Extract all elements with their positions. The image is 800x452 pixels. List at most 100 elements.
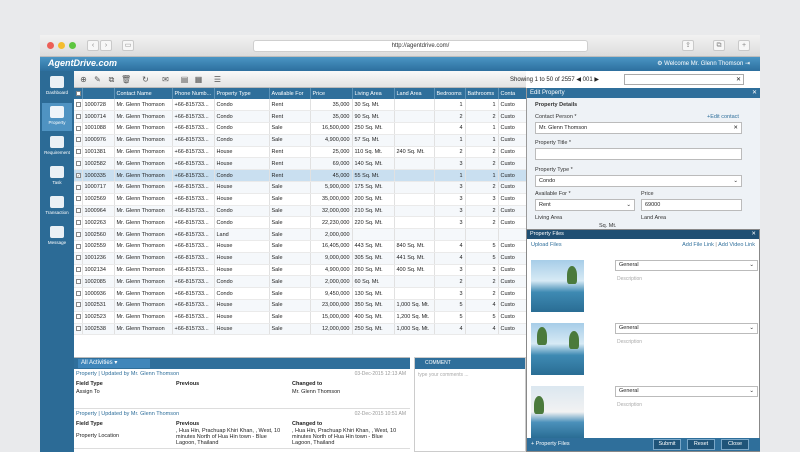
list-view-icon[interactable]: ☰: [213, 75, 222, 84]
row-checkbox[interactable]: [74, 228, 83, 242]
table-row[interactable]: 1001088 Mr. Glenn Thomson +66-815733... Con…: [74, 122, 527, 135]
row-checkbox[interactable]: [74, 264, 83, 277]
table-row[interactable]: 1002569 Mr. Glenn Thomson +66-815733... Hou…: [74, 193, 527, 206]
email-icon[interactable]: ✉: [161, 75, 170, 84]
file-description-input[interactable]: Description: [617, 276, 642, 282]
row-checkbox[interactable]: [74, 323, 83, 336]
search-input[interactable]: ✕: [624, 74, 744, 85]
row-checkbox[interactable]: [74, 240, 83, 253]
file-type-select[interactable]: General ⌄: [615, 386, 758, 397]
refresh-icon[interactable]: ↻: [141, 75, 150, 84]
delete-icon[interactable]: 🗑: [121, 75, 131, 84]
column-header[interactable]: Contact Name: [114, 88, 173, 99]
close-button[interactable]: Close: [721, 439, 749, 450]
activity-entry-head[interactable]: Property | Updated by Mr. Glenn Thomson: [76, 371, 179, 377]
contact-person-field[interactable]: Mr. Glenn Thomson ✕: [535, 122, 742, 134]
row-checkbox[interactable]: [74, 216, 83, 230]
table-row[interactable]: 1000976 Mr. Glenn Thomson +66-815733... Con…: [74, 134, 527, 147]
welcome-text[interactable]: ⚙ Welcome Mr. Glenn Thomson ⇥: [657, 60, 750, 67]
table-row[interactable]: 1002085 Mr. Glenn Thomson +66-815733... Con…: [74, 275, 527, 289]
row-checkbox[interactable]: [74, 275, 83, 289]
column-header[interactable]: [82, 88, 115, 99]
row-checkbox[interactable]: [74, 252, 83, 265]
file-type-select[interactable]: General ⌄: [615, 323, 758, 334]
add-video-link[interactable]: Add Video Link: [718, 242, 755, 248]
minimize-window-icon[interactable]: [58, 42, 65, 49]
row-checkbox[interactable]: [74, 193, 83, 206]
table-row[interactable]: ✓ 1000335 Mr. Glenn Thomson +66-815733... Co…: [74, 169, 527, 183]
file-description-input[interactable]: Description: [617, 339, 642, 345]
sidebar-toggle-icon[interactable]: ▭: [122, 40, 134, 51]
close-window-icon[interactable]: [47, 42, 54, 49]
copy-icon[interactable]: ⧉: [107, 75, 116, 84]
row-checkbox[interactable]: [74, 134, 83, 147]
column-header[interactable]: Conta: [498, 88, 527, 99]
column-header[interactable]: Living Area: [352, 88, 395, 99]
next-page-icon[interactable]: ▶: [594, 77, 599, 83]
zoom-window-icon[interactable]: [69, 42, 76, 49]
close-icon[interactable]: ✕: [752, 88, 757, 98]
row-checkbox[interactable]: [74, 122, 83, 135]
table-row[interactable]: 1002263 Mr. Glenn Thomson +66-815733... Con…: [74, 216, 527, 230]
submit-button[interactable]: Submit: [653, 439, 681, 450]
table-row[interactable]: 1000936 Mr. Glenn Thomson +66-815733... Con…: [74, 287, 527, 301]
column-header[interactable]: Price: [310, 88, 353, 99]
back-icon[interactable]: ‹: [87, 40, 99, 51]
available-for-select[interactable]: Rent ⌄: [535, 199, 635, 211]
new-tab-icon[interactable]: +: [738, 40, 750, 51]
share-icon[interactable]: ⇪: [682, 40, 694, 51]
table-row[interactable]: 1000728 Mr. Glenn Thomson +66-815733... Con…: [74, 99, 527, 112]
column-header[interactable]: Phone Numb...: [172, 88, 215, 99]
edit-icon[interactable]: ✎: [93, 75, 102, 84]
excel-icon[interactable]: ▦: [194, 75, 203, 84]
add-file-link[interactable]: Add File Link: [682, 242, 714, 248]
table-row[interactable]: 1001236 Mr. Glenn Thomson +66-815733... Hou…: [74, 252, 527, 265]
table-row[interactable]: 1002531 Mr. Glenn Thomson +66-815733... Hou…: [74, 299, 527, 312]
row-checkbox[interactable]: [74, 181, 83, 194]
table-row[interactable]: 1000714 Mr. Glenn Thomson +66-815733... Con…: [74, 110, 527, 124]
column-header[interactable]: Land Area: [394, 88, 435, 99]
column-header[interactable]: Available For: [269, 88, 311, 99]
row-checkbox[interactable]: [74, 205, 83, 218]
clear-icon[interactable]: ✕: [733, 123, 738, 133]
sidebar-item-dashboard[interactable]: Dashboard: [42, 73, 72, 101]
page-number[interactable]: 001: [583, 77, 593, 83]
edit-contact-link[interactable]: +Edit contact: [707, 114, 739, 120]
property-photo[interactable]: [531, 260, 584, 312]
row-checkbox[interactable]: ✓: [74, 169, 83, 183]
reset-button[interactable]: Reset: [687, 439, 715, 450]
row-checkbox[interactable]: [74, 299, 83, 312]
property-type-select[interactable]: Condo ⌄: [535, 175, 742, 187]
upload-files-link[interactable]: Upload Files: [531, 242, 562, 248]
column-header[interactable]: Bathrooms: [465, 88, 499, 99]
property-photo[interactable]: [531, 323, 584, 375]
file-description-input[interactable]: Description: [617, 402, 642, 408]
row-checkbox[interactable]: [74, 287, 83, 301]
sidebar-item-message[interactable]: Message: [42, 223, 72, 251]
table-row[interactable]: 1002134 Mr. Glenn Thomson +66-815733... Hou…: [74, 264, 527, 277]
tabs-icon[interactable]: ⧉: [713, 40, 725, 51]
close-icon[interactable]: ✕: [751, 230, 756, 239]
table-row[interactable]: 1000717 Mr. Glenn Thomson +66-815733... Hou…: [74, 181, 527, 194]
property-files-link[interactable]: + Property Files: [531, 438, 570, 451]
sidebar-item-task[interactable]: Task: [42, 163, 72, 191]
property-title-field[interactable]: [535, 148, 742, 160]
property-photo[interactable]: [531, 386, 584, 438]
sidebar-item-requirement[interactable]: Requirement: [42, 133, 72, 161]
pdf-icon[interactable]: ▤: [180, 75, 189, 84]
forward-icon[interactable]: ›: [100, 40, 112, 51]
table-row[interactable]: 1002560 Mr. Glenn Thomson +66-815733... Lan…: [74, 228, 527, 242]
table-row[interactable]: 1002582 Mr. Glenn Thomson +66-815733... Hou…: [74, 157, 527, 171]
activity-filter-select[interactable]: All Activities ▾: [78, 359, 150, 368]
table-row[interactable]: 1000964 Mr. Glenn Thomson +66-815733... Con…: [74, 205, 527, 218]
file-type-select[interactable]: General ⌄: [615, 260, 758, 271]
activity-entry-head[interactable]: Property | Updated by Mr. Glenn Thomson: [76, 411, 179, 417]
table-row[interactable]: 1002559 Mr. Glenn Thomson +66-815733... Hou…: [74, 240, 527, 253]
sidebar-item-transaction[interactable]: Transaction: [42, 193, 72, 221]
select-all-checkbox[interactable]: [74, 88, 83, 99]
row-checkbox[interactable]: [74, 311, 83, 324]
table-row[interactable]: 1002538 Mr. Glenn Thomson +66-815733... Hou…: [74, 323, 527, 336]
column-header[interactable]: Property Type: [214, 88, 270, 99]
row-checkbox[interactable]: [74, 157, 83, 171]
url-bar[interactable]: http://agentdrive.com/: [253, 40, 588, 52]
